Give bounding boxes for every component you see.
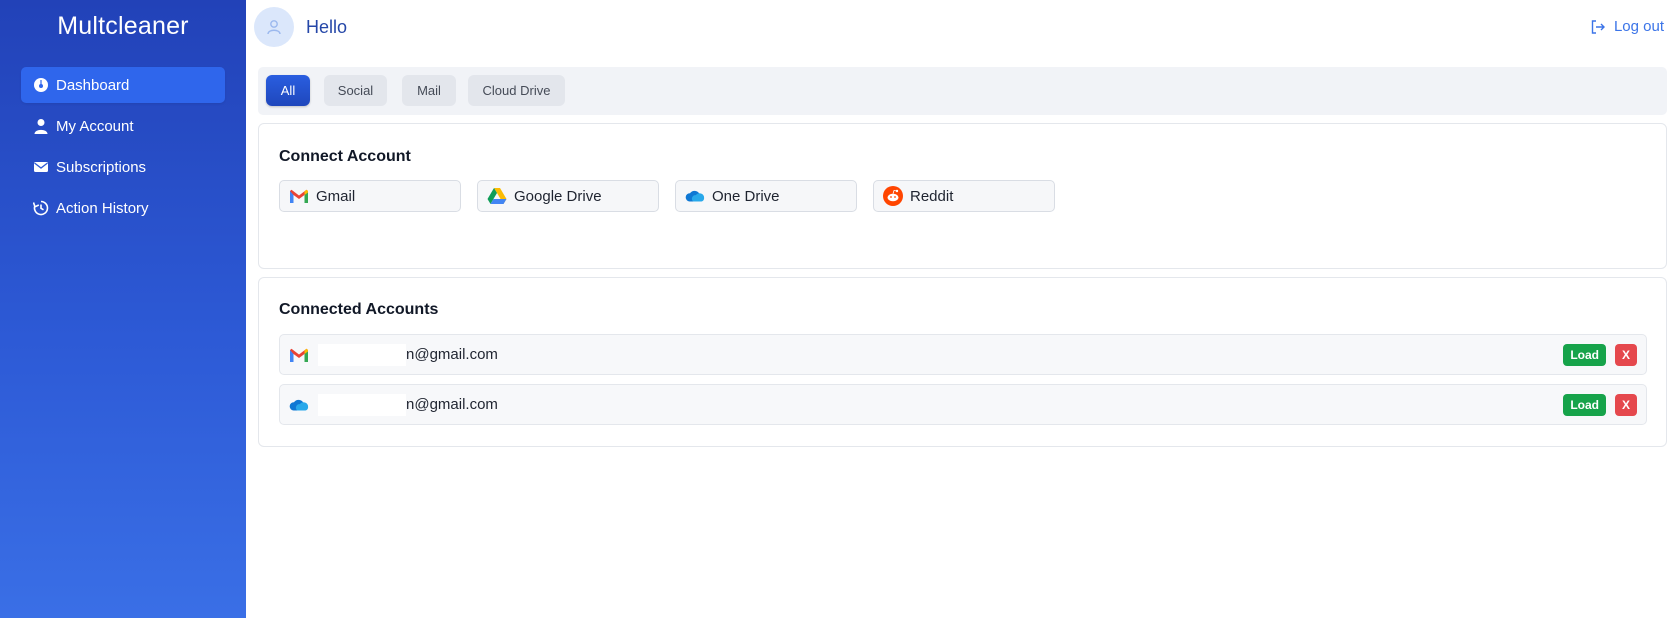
connected-accounts-title: Connected Accounts [279, 301, 439, 318]
connect-reddit-button[interactable]: Reddit [873, 180, 1055, 212]
service-label: One Drive [712, 187, 780, 205]
logout-button[interactable]: Log out [1590, 18, 1664, 35]
connect-account-card: Connect Account Gmail Google Drive One D… [258, 123, 1667, 269]
connected-accounts-card: Connected Accounts n@gmail.com Load X n@… [258, 277, 1667, 447]
service-label: Gmail [316, 187, 356, 205]
sidebar-item-subscriptions[interactable]: Subscriptions [21, 149, 225, 185]
onedrive-icon [684, 185, 706, 207]
load-button[interactable]: Load [1563, 343, 1606, 366]
load-button[interactable]: Load [1563, 393, 1606, 416]
filter-bar: All Social Mail Cloud Drive [258, 67, 1667, 115]
sidebar-item-label: My Account [56, 117, 134, 135]
sidebar-item-label: Dashboard [56, 76, 130, 94]
avatar[interactable] [254, 7, 294, 47]
tab-mail[interactable]: Mail [402, 75, 456, 106]
greeting-text: Hello [306, 17, 348, 37]
dashboard-gauge-icon [33, 77, 49, 93]
user-outline-icon [267, 20, 281, 35]
app-brand: Multcleaner [57, 12, 189, 40]
service-label: Reddit [910, 187, 954, 205]
user-icon [33, 118, 49, 134]
history-icon [33, 200, 49, 216]
gmail-icon [288, 344, 310, 366]
connect-gmail-button[interactable]: Gmail [279, 180, 461, 212]
sidebar-item-label: Action History [56, 199, 149, 217]
tab-all[interactable]: All [266, 75, 310, 106]
tab-social[interactable]: Social [324, 75, 387, 106]
redacted-email-mask [318, 393, 406, 416]
remove-account-button[interactable]: X [1615, 343, 1637, 366]
tab-cloud-drive[interactable]: Cloud Drive [468, 75, 565, 106]
account-email: n@gmail.com [406, 346, 498, 363]
sidebar-item-my-account[interactable]: My Account [21, 108, 225, 144]
logout-icon [1591, 19, 1605, 34]
service-label: Google Drive [514, 187, 602, 205]
gmail-icon [288, 185, 310, 207]
connect-account-title: Connect Account [279, 148, 411, 165]
google-drive-icon [486, 185, 508, 207]
redacted-email-mask [318, 343, 406, 366]
reddit-icon [882, 185, 904, 207]
remove-account-button[interactable]: X [1615, 393, 1637, 416]
connected-account-row: n@gmail.com Load X [279, 334, 1647, 375]
sidebar: Multcleaner Dashboard My Account Subscri… [0, 0, 246, 618]
sidebar-item-action-history[interactable]: Action History [21, 190, 225, 226]
account-email: n@gmail.com [406, 396, 498, 413]
logout-label: Log out [1613, 18, 1664, 35]
onedrive-icon [288, 394, 310, 416]
sidebar-item-label: Subscriptions [56, 158, 147, 176]
sidebar-item-dashboard[interactable]: Dashboard [21, 67, 225, 103]
connect-onedrive-button[interactable]: One Drive [675, 180, 857, 212]
connected-account-row: n@gmail.com Load X [279, 384, 1647, 425]
connect-google-drive-button[interactable]: Google Drive [477, 180, 659, 212]
envelope-icon [33, 159, 49, 175]
